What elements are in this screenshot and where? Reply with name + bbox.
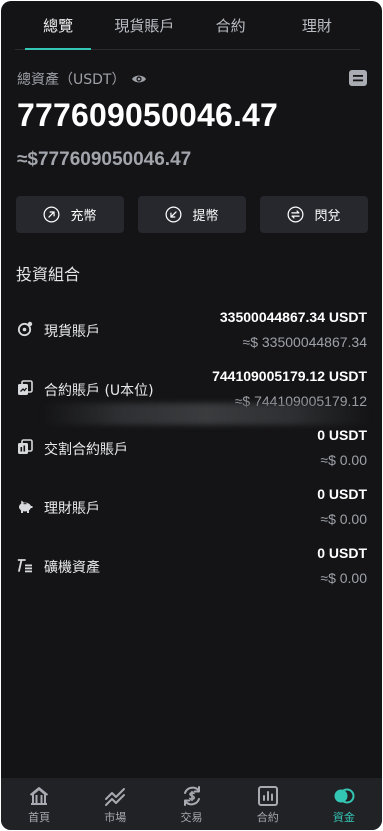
portfolio-row-finance[interactable]: 理財賬戶 0 USDT ≈$ 0.00 <box>1 478 382 537</box>
portfolio-row-amount: 744109005179.12 USDT <box>212 368 367 384</box>
nav-contract[interactable]: 合約 <box>230 778 306 830</box>
tab-overview[interactable]: 總覽 <box>15 1 101 50</box>
total-assets-label: 總資產（USDT） <box>17 69 147 89</box>
portfolio-row-name: 交割合約賬戶 <box>44 442 128 458</box>
portfolio-row-name: 合約賬戶 (U本位) <box>44 383 154 399</box>
tab-contract[interactable]: 合約 <box>188 1 274 49</box>
portfolio-row-usd-approx: ≈$ 0.00 <box>320 452 367 468</box>
deposit-button-label: 充幣 <box>70 209 97 224</box>
portfolio-title: 投資組合 <box>16 265 81 284</box>
portfolio-row-usd-approx: ≈$ 33500044867.34 <box>242 334 367 350</box>
total-assets-usd-approx: ≈$777609050046.47 <box>17 149 192 170</box>
portfolio-row-name: 理財賬戶 <box>44 501 100 517</box>
blur-overlay <box>41 403 371 425</box>
tab-spot-account[interactable]: 現貨賬戶 <box>101 1 187 49</box>
futures-account-icon <box>18 380 33 395</box>
convert-swap-icon <box>288 206 304 223</box>
portfolio-list: 現貨賬戶 33500044867.34 USDT ≈$ 33500044867.… <box>1 301 382 596</box>
nav-funds-label: 資金 <box>332 811 355 824</box>
portfolio-row-amount: 0 USDT <box>317 427 367 443</box>
withdraw-button[interactable]: 提幣 <box>138 196 246 233</box>
report-icon[interactable] <box>348 69 368 87</box>
nav-home-label: 首頁 <box>28 811 51 824</box>
eye-icon[interactable] <box>131 73 147 85</box>
nav-trade[interactable]: 交易 <box>153 778 229 830</box>
nav-market[interactable]: 市場 <box>77 778 153 830</box>
nav-funds[interactable]: 資金 <box>306 778 382 830</box>
asset-actions: 充幣 提幣 閃兌 <box>16 196 368 233</box>
mining-icon <box>17 559 32 573</box>
portfolio-row-amount: 33500044867.34 USDT <box>219 309 367 325</box>
delivery-account-icon <box>18 439 33 454</box>
convert-button[interactable]: 閃兌 <box>260 196 368 233</box>
deposit-button[interactable]: 充幣 <box>16 196 124 233</box>
funds-icon <box>334 788 355 804</box>
portfolio-row-amount: 0 USDT <box>317 486 367 502</box>
portfolio-row-name: 現貨賬戶 <box>44 324 100 340</box>
portfolio-row-usd-approx: ≈$ 0.00 <box>320 511 367 527</box>
market-chart-icon <box>105 788 126 806</box>
total-assets-label-text: 總資產（USDT） <box>17 72 126 88</box>
portfolio-row-delivery[interactable]: 交割合約賬戶 0 USDT ≈$ 0.00 <box>1 419 382 478</box>
portfolio-row-usd-approx: ≈$ 0.00 <box>320 570 367 586</box>
contract-icon <box>257 786 278 806</box>
trade-icon <box>183 786 200 806</box>
withdraw-arrow-icon <box>166 206 182 223</box>
account-tabs: 總覽 現貨賬戶 合約 理財 <box>15 1 360 50</box>
withdraw-button-label: 提幣 <box>192 209 219 224</box>
total-assets-value: 777609050046.47 <box>17 97 279 133</box>
home-icon <box>29 787 49 805</box>
portfolio-row-amount: 0 USDT <box>317 545 367 561</box>
deposit-arrow-icon <box>44 206 60 223</box>
tab-finance[interactable]: 理財 <box>274 1 360 49</box>
app-frame: 總覽 現貨賬戶 合約 理財 總資產（USDT） 777609050046.47 … <box>1 1 382 830</box>
spot-account-icon <box>17 321 33 337</box>
nav-home[interactable]: 首頁 <box>1 778 77 830</box>
nav-contract-label: 合約 <box>256 811 279 824</box>
convert-button-label: 閃兌 <box>314 209 341 224</box>
piggy-bank-icon <box>19 500 33 513</box>
bottom-navigation: 首頁 市場 交易 合約 資金 <box>1 778 382 830</box>
portfolio-row-spot[interactable]: 現貨賬戶 33500044867.34 USDT ≈$ 33500044867.… <box>1 301 382 360</box>
portfolio-row-mining[interactable]: 礦機資產 0 USDT ≈$ 0.00 <box>1 537 382 596</box>
portfolio-row-name: 礦機資產 <box>44 560 100 576</box>
nav-trade-label: 交易 <box>180 811 203 824</box>
nav-market-label: 市場 <box>104 811 127 824</box>
